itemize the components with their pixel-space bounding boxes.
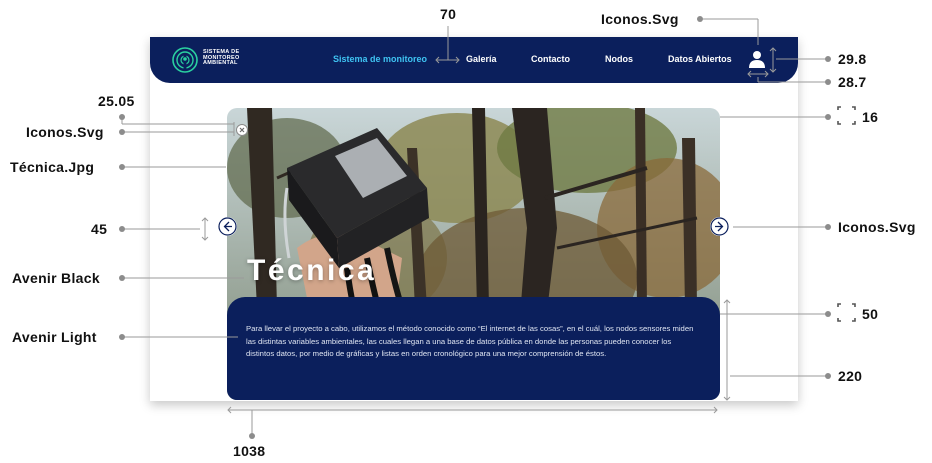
annotation-dot	[119, 129, 125, 135]
annotation-dot	[119, 226, 125, 232]
description-panel: Para llevar el proyecto a cabo, utilizam…	[227, 297, 720, 400]
annotation-dot	[249, 433, 255, 439]
annotation-dot	[825, 114, 831, 120]
annotation-220: 220	[838, 368, 863, 384]
annotation-dot	[825, 373, 831, 379]
annotation-avenir-black: Avenir Black	[12, 270, 100, 286]
annotation-28-7: 28.7	[838, 74, 867, 90]
logo-icon	[172, 47, 198, 73]
prev-button[interactable]	[218, 217, 237, 236]
nav-item-contacto[interactable]: Contacto	[531, 54, 570, 64]
annotation-dot	[119, 334, 125, 340]
nav-item-galeria[interactable]: Galería	[466, 54, 497, 64]
description-text: Para llevar el proyecto a cabo, utilizam…	[246, 324, 694, 358]
annotation-iconos-top: Iconos.Svg	[601, 11, 679, 27]
nav-item-nodos[interactable]: Nodos	[605, 54, 633, 64]
annotation-dot	[825, 79, 831, 85]
annotation-dot	[825, 56, 831, 62]
nav-item-sistema-de-monitoreo[interactable]: Sistema de monitoreo	[333, 54, 427, 64]
annotation-29-8: 29.8	[838, 51, 867, 67]
annotation-tecnica-jpg: Técnica.Jpg	[10, 159, 95, 175]
hero-title: Técnica	[247, 254, 377, 287]
navbar: SISTEMA DE MONITOREO AMBIENTAL Sistema d…	[150, 37, 798, 83]
annotation-avenir-light: Avenir Light	[12, 329, 97, 345]
annotation-iconos-left: Iconos.Svg	[26, 124, 104, 140]
next-button[interactable]	[710, 217, 729, 236]
arrow-left-icon	[218, 217, 237, 236]
arrow-right-icon	[710, 217, 729, 236]
annotation-25-05: 25.05	[98, 93, 135, 109]
nav-item-datos-abiertos[interactable]: Datos Abiertos	[668, 54, 732, 64]
logo-text: SISTEMA DE MONITOREO AMBIENTAL	[203, 49, 240, 67]
annotation-dot	[119, 164, 125, 170]
close-button[interactable]	[236, 124, 248, 136]
annotation-dot	[825, 224, 831, 230]
logo-line: AMBIENTAL	[203, 60, 238, 66]
annotation-1038: 1038	[233, 443, 266, 459]
annotation-dot	[119, 275, 125, 281]
annotation-dot	[825, 311, 831, 317]
close-icon	[239, 127, 245, 133]
annotation-iconos-right: Iconos.Svg	[838, 219, 916, 235]
annotation-45: 45	[91, 221, 108, 237]
user-icon[interactable]	[749, 50, 765, 68]
hero-image: Técnica Para llevar el proyecto a cabo, …	[227, 108, 720, 400]
annotation-16: 16	[862, 109, 879, 125]
annotation-dot	[697, 16, 703, 22]
annotation-70: 70	[440, 6, 457, 22]
annotation-dot	[119, 114, 125, 120]
annotation-50: 50	[862, 306, 879, 322]
